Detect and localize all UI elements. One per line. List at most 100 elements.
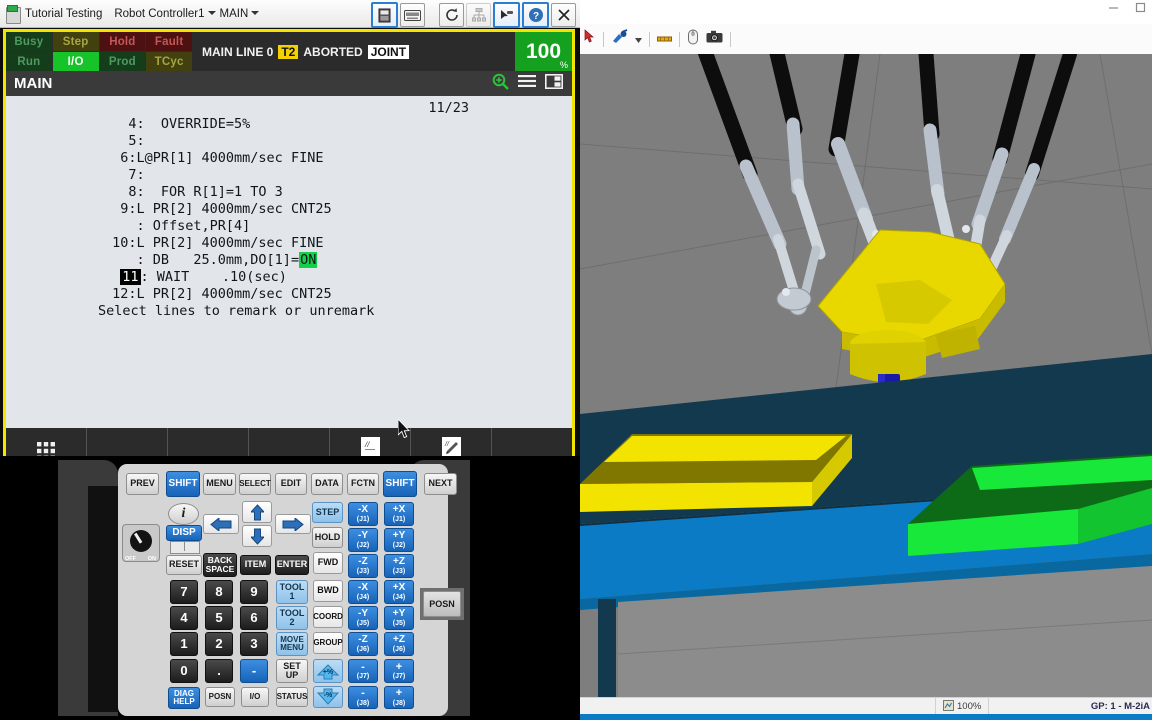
key-move-menu[interactable]: MOVE MENU	[276, 632, 308, 656]
camera-icon[interactable]	[706, 30, 723, 48]
key-bwd[interactable]: BWD	[313, 580, 343, 602]
jog-key-11[interactable]: +Z (J6)	[384, 632, 414, 656]
jog-key-4[interactable]: -Z (J3)	[348, 554, 378, 578]
key-enter[interactable]: ENTER	[275, 555, 309, 575]
key-num-2[interactable]: 2	[205, 632, 233, 656]
key-num-3[interactable]: 3	[240, 632, 268, 656]
key-set-up[interactable]: SET UP	[276, 659, 308, 683]
key-num-7[interactable]: 7	[170, 580, 198, 604]
controller-dropdown[interactable]: Robot Controller1	[114, 8, 216, 20]
key-shift-right[interactable]: SHIFT	[383, 471, 417, 497]
jog-key-8[interactable]: -Y (J5)	[348, 606, 378, 630]
code-line[interactable]: 8: FOR R[1]=1 TO 3	[6, 184, 572, 201]
code-line[interactable]: : Offset,PR[4]	[6, 218, 572, 235]
key-backspace[interactable]: BACK SPACE	[203, 553, 237, 577]
jog-key-10[interactable]: -Z (J6)	[348, 632, 378, 656]
jog-key-5[interactable]: +Z (J3)	[384, 554, 414, 578]
code-line[interactable]: 6:L@PR[1] 4000mm/sec FINE	[6, 150, 572, 167]
code-line[interactable]: 5:	[6, 133, 572, 150]
key-speed-down[interactable]: -%	[313, 686, 343, 708]
code-line[interactable]: 9:L PR[2] 4000mm/sec CNT25	[6, 201, 572, 218]
jog-key-2[interactable]: -Y (J2)	[348, 528, 378, 552]
side-key-posn[interactable]: POSN	[423, 591, 461, 617]
key-num-5[interactable]: 5	[205, 606, 233, 630]
split-view-icon[interactable]	[545, 73, 563, 94]
menu-icon[interactable]	[518, 74, 536, 93]
pointer-icon[interactable]	[493, 2, 520, 28]
code-line[interactable]: : DB 25.0mm,DO[1]=ON	[6, 252, 572, 269]
code-line[interactable]: 12:L PR[2] 4000mm/sec CNT25	[6, 286, 572, 303]
key-diag-help[interactable]: DIAG HELP	[168, 687, 200, 709]
zoom-in-icon[interactable]	[492, 73, 509, 95]
simulation-viewport[interactable]	[580, 54, 1152, 697]
maximize-icon[interactable]	[1135, 2, 1146, 16]
key-posn[interactable]: POSN	[205, 687, 235, 707]
key-arrow-down[interactable]	[242, 525, 272, 547]
key-fctn[interactable]: FCTN	[347, 473, 379, 495]
code-line[interactable]: 4: OVERRIDE=5%	[6, 116, 572, 133]
jog-key-1[interactable]: +X (J1)	[384, 502, 414, 526]
power-switch[interactable]: OFF ON	[122, 524, 160, 562]
key-num-6[interactable]: 6	[240, 606, 268, 630]
key-num-dot[interactable]: .	[205, 659, 233, 683]
jog-key-14[interactable]: - (J8)	[348, 686, 378, 709]
key-num-0[interactable]: 0	[170, 659, 198, 683]
key-step[interactable]: STEP	[312, 502, 343, 523]
key-fwd[interactable]: FWD	[313, 552, 343, 574]
jog-key-3[interactable]: +Y (J2)	[384, 528, 414, 552]
key-num-9[interactable]: 9	[240, 580, 268, 604]
jog-key-6[interactable]: -X (J4)	[348, 580, 378, 604]
key-tool-2[interactable]: TOOL 2	[276, 606, 308, 630]
program-code-view[interactable]: 11/23 4: OVERRIDE=5% 5: 6:L@PR[1] 4000mm…	[6, 96, 572, 428]
zoom-level-indicator[interactable]: 100%	[935, 698, 990, 715]
hierarchy-icon[interactable]	[466, 3, 491, 27]
key-group[interactable]: GROUP	[313, 632, 343, 654]
key-arrow-left[interactable]	[203, 514, 239, 534]
key-info[interactable]: i	[168, 503, 199, 525]
key-prev[interactable]: PREV	[126, 473, 159, 495]
key-data[interactable]: DATA	[311, 473, 343, 495]
key-item[interactable]: ITEM	[240, 555, 271, 575]
key-num-minus[interactable]: -	[240, 659, 268, 683]
pointer-icon[interactable]	[584, 28, 596, 50]
key-tool-1[interactable]: TOOL 1	[276, 580, 308, 604]
measure-icon[interactable]	[657, 30, 672, 48]
key-num-1[interactable]: 1	[170, 632, 198, 656]
jog-key-12[interactable]: - (J7)	[348, 659, 378, 683]
key-disp[interactable]: DISP	[166, 525, 202, 541]
help-icon[interactable]: ?	[522, 2, 549, 28]
jog-key-13[interactable]: + (J7)	[384, 659, 414, 683]
key-arrow-up[interactable]	[242, 501, 272, 523]
key-speed-up[interactable]: +%	[313, 659, 343, 683]
key-io[interactable]: I/O	[241, 687, 269, 707]
code-line[interactable]: 11: WAIT .10(sec)	[6, 269, 572, 286]
code-line[interactable]: 10:L PR[2] 4000mm/sec FINE	[6, 235, 572, 252]
program-dropdown[interactable]: MAIN	[220, 8, 260, 20]
key-select[interactable]: SELECT	[239, 473, 271, 495]
key-arrow-right[interactable]	[275, 514, 311, 534]
jog-key-0[interactable]: -X (J1)	[348, 502, 378, 526]
key-shift-left[interactable]: SHIFT	[166, 471, 200, 497]
key-next[interactable]: NEXT	[424, 473, 457, 495]
key-status[interactable]: STATUS	[276, 687, 308, 707]
key-menu[interactable]: MENU	[203, 473, 236, 495]
code-line[interactable]: 7:	[6, 167, 572, 184]
reset-icon[interactable]	[439, 3, 464, 27]
key-edit[interactable]: EDIT	[275, 473, 307, 495]
key-coord[interactable]: COORD	[313, 606, 343, 628]
key-num-4[interactable]: 4	[170, 606, 198, 630]
mouse-icon[interactable]	[687, 29, 699, 50]
pendant-icon[interactable]	[371, 2, 398, 28]
teach-tool-icon[interactable]	[611, 29, 628, 49]
code-line-text: DB 25.0mm,DO[1]=	[144, 252, 300, 268]
jog-key-7[interactable]: +X (J4)	[384, 580, 414, 604]
close-icon[interactable]	[551, 3, 576, 27]
minimize-icon[interactable]	[1108, 2, 1119, 16]
dropdown-caret-icon[interactable]	[635, 30, 642, 48]
jog-key-15[interactable]: + (J8)	[384, 686, 414, 709]
key-hold[interactable]: HOLD	[312, 527, 343, 548]
key-num-8[interactable]: 8	[205, 580, 233, 604]
jog-key-9[interactable]: +Y (J5)	[384, 606, 414, 630]
key-reset[interactable]: RESET	[166, 555, 202, 575]
keyboard-icon[interactable]	[400, 3, 425, 27]
